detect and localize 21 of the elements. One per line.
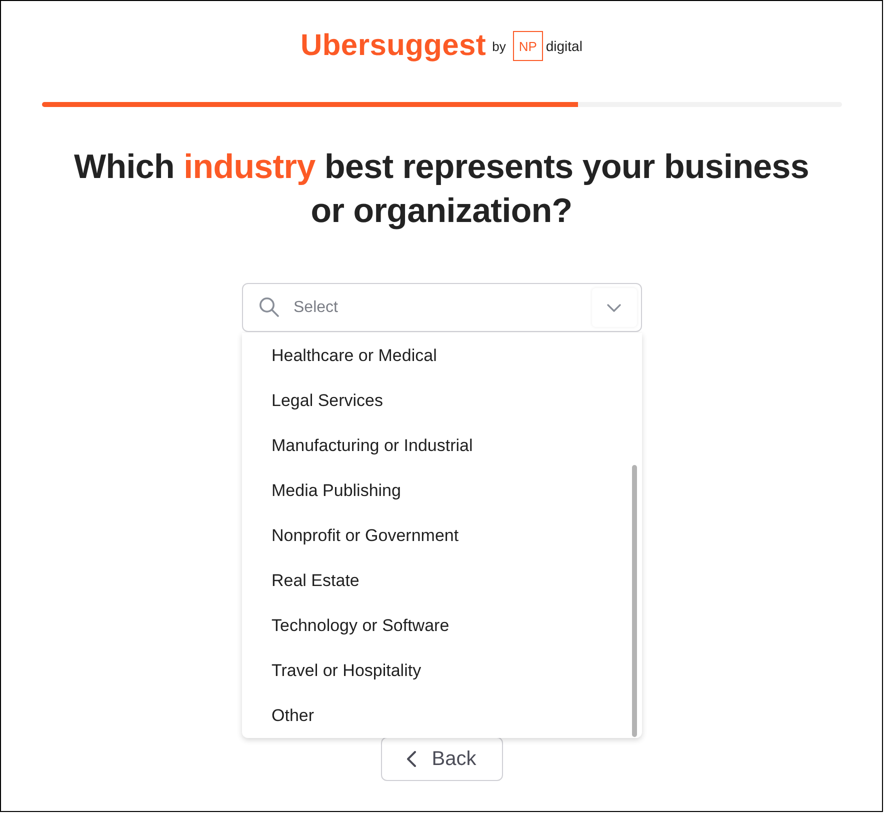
by-label: by: [492, 38, 506, 54]
industry-option[interactable]: Nonprofit or Government: [242, 513, 642, 558]
chevron-down-icon: [607, 304, 621, 312]
dropdown-toggle[interactable]: [592, 288, 636, 327]
back-button[interactable]: Back: [380, 737, 502, 781]
industry-option[interactable]: Travel or Hospitality: [242, 648, 642, 693]
industry-select[interactable]: Select: [242, 283, 642, 332]
search-icon: [258, 297, 278, 317]
chevron-left-icon: [406, 751, 416, 767]
industry-option[interactable]: Real Estate: [242, 558, 642, 603]
industry-option[interactable]: Technology or Software: [242, 603, 642, 648]
company-badge: NP: [512, 31, 543, 61]
scrollbar-thumb[interactable]: [632, 465, 636, 737]
industry-option[interactable]: Manufacturing or Industrial: [242, 423, 642, 468]
question-heading: Which industry best represents your business or organization?: [72, 147, 810, 232]
industry-option[interactable]: Legal Services: [242, 378, 642, 423]
industry-option[interactable]: Healthcare or Medical: [242, 333, 642, 378]
brand-logo: Ubersuggest: [300, 29, 486, 63]
industry-option[interactable]: Other: [242, 693, 642, 738]
company-name: digital: [546, 38, 582, 54]
industry-option[interactable]: Media Publishing: [242, 468, 642, 513]
